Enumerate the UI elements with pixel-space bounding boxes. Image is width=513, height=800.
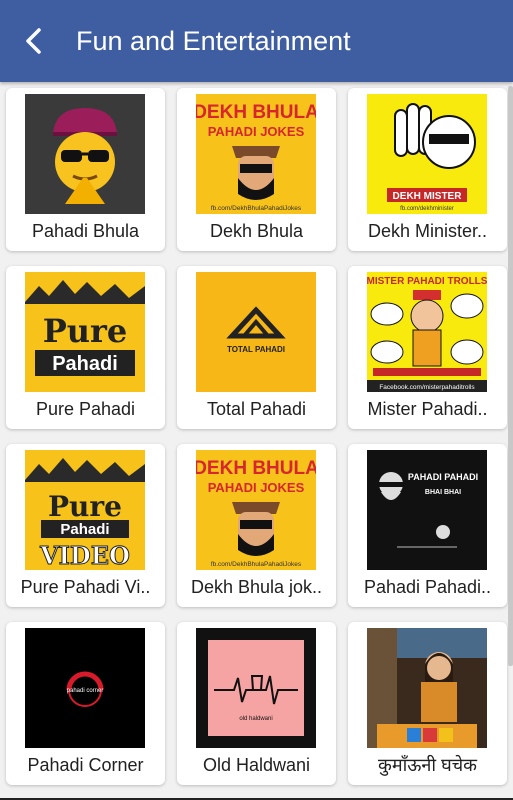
pahadi-corner-thumbnail: pahadi corner: [25, 628, 145, 748]
page-label: कुमाँऊनी घचेक: [378, 755, 477, 775]
svg-text:fb.com/dekhminister: fb.com/dekhminister: [400, 206, 454, 212]
page-title: Fun and Entertainment: [76, 26, 351, 56]
page-label: Total Pahadi: [206, 399, 307, 419]
svg-text:MISTER PAHADI TROLLS: MISTER PAHADI TROLLS: [367, 276, 487, 287]
svg-text:Pure: Pure: [43, 312, 128, 350]
svg-text:BHAI BHAI: BHAI BHAI: [425, 489, 461, 496]
mister-pahadi-thumbnail: MISTER PAHADI TROLLS Facebook.com/mister…: [367, 272, 487, 392]
svg-text:PAHADI JOKES: PAHADI JOKES: [208, 480, 305, 495]
page-card-dekh-bhula-jokes[interactable]: DEKH BHULA PAHADI JOKES fb.com/DekhBhula…: [177, 444, 336, 607]
svg-text:fb.com/DekhBhulaPahadiJokes: fb.com/DekhBhulaPahadiJokes: [211, 561, 302, 568]
page-card-kumaoni-ghachek[interactable]: कुमाँऊनी घचेक: [348, 622, 507, 785]
page-card-mister-pahadi[interactable]: MISTER PAHADI TROLLS Facebook.com/mister…: [348, 266, 507, 429]
svg-text:old haldwani: old haldwani: [239, 716, 272, 722]
svg-text:fb.com/DekhBhulaPahadiJokes: fb.com/DekhBhulaPahadiJokes: [211, 205, 302, 212]
pure-pahadi-video-thumbnail: Pure Pahadi VIDEO: [25, 450, 145, 570]
svg-text:Facebook.com/misterpahaditroll: Facebook.com/misterpahaditrolls: [379, 384, 475, 391]
back-arrow-icon[interactable]: [20, 26, 50, 56]
app-bar: Fun and Entertainment: [0, 0, 513, 82]
page-label: Pahadi Bhula: [31, 221, 140, 241]
dekh-bhula-thumbnail: DEKH BHULA PAHADI JOKES fb.com/DekhBhula…: [196, 94, 316, 214]
svg-text:Pahadi: Pahadi: [52, 353, 118, 375]
page-label: Pahadi Corner: [27, 755, 144, 775]
page-label: Old Haldwani: [202, 755, 311, 775]
page-card-pahadi-pahadi[interactable]: PAHADI PAHADI BHAI BHAI Pahadi Pahadi..: [348, 444, 507, 607]
svg-text:DEKH MISTER: DEKH MISTER: [393, 191, 463, 202]
page-label: Dekh Minister..: [367, 221, 488, 241]
page-card-pure-pahadi[interactable]: Pure Pahadi Pure Pahadi: [6, 266, 165, 429]
page-card-old-haldwani[interactable]: old haldwani Old Haldwani: [177, 622, 336, 785]
page-card-pahadi-corner[interactable]: pahadi corner Pahadi Corner: [6, 622, 165, 785]
pahadi-pahadi-thumbnail: PAHADI PAHADI BHAI BHAI: [367, 450, 487, 570]
kumaoni-ghachek-thumbnail: [367, 628, 487, 748]
pure-pahadi-thumbnail: Pure Pahadi: [25, 272, 145, 392]
svg-text:DEKH BHULA: DEKH BHULA: [196, 102, 316, 123]
svg-text:PAHADI PAHADI: PAHADI PAHADI: [408, 472, 478, 482]
page-card-dekh-minister[interactable]: DEKH MISTER fb.com/dekhminister Dekh Min…: [348, 88, 507, 251]
svg-text:VIDEO: VIDEO: [39, 541, 130, 570]
svg-text:PAHADI JOKES: PAHADI JOKES: [208, 124, 305, 139]
svg-text:pahadi corner: pahadi corner: [67, 688, 104, 694]
old-haldwani-thumbnail: old haldwani: [196, 628, 316, 748]
page-card-total-pahadi[interactable]: TOTAL PAHADI Total Pahadi: [177, 266, 336, 429]
total-pahadi-thumbnail: TOTAL PAHADI: [196, 272, 316, 392]
pahadi-bhula-thumbnail: [25, 94, 145, 214]
scrollbar[interactable]: [508, 86, 513, 666]
page-label: Dekh Bhula jok..: [190, 577, 323, 597]
page-grid: Pahadi Bhula DEKH BHULA PAHADI JOKES fb.…: [0, 82, 513, 800]
svg-text:TOTAL PAHADI: TOTAL PAHADI: [227, 345, 285, 354]
svg-text:Pahadi: Pahadi: [60, 521, 109, 538]
dekh-minister-thumbnail: DEKH MISTER fb.com/dekhminister: [367, 94, 487, 214]
page-label: Dekh Bhula: [209, 221, 304, 241]
page-label: Mister Pahadi..: [367, 399, 488, 419]
svg-text:Pure: Pure: [48, 490, 122, 523]
page-label: Pure Pahadi Vi..: [20, 577, 151, 597]
svg-text:DEKH BHULA: DEKH BHULA: [196, 458, 316, 479]
page-card-dekh-bhula[interactable]: DEKH BHULA PAHADI JOKES fb.com/DekhBhula…: [177, 88, 336, 251]
dekh-bhula-jokes-thumbnail: DEKH BHULA PAHADI JOKES fb.com/DekhBhula…: [196, 450, 316, 570]
page-label: Pahadi Pahadi..: [363, 577, 492, 597]
page-label: Pure Pahadi: [35, 399, 136, 419]
page-card-pahadi-bhula[interactable]: Pahadi Bhula: [6, 88, 165, 251]
page-card-pure-pahadi-video[interactable]: Pure Pahadi VIDEO Pure Pahadi Vi..: [6, 444, 165, 607]
